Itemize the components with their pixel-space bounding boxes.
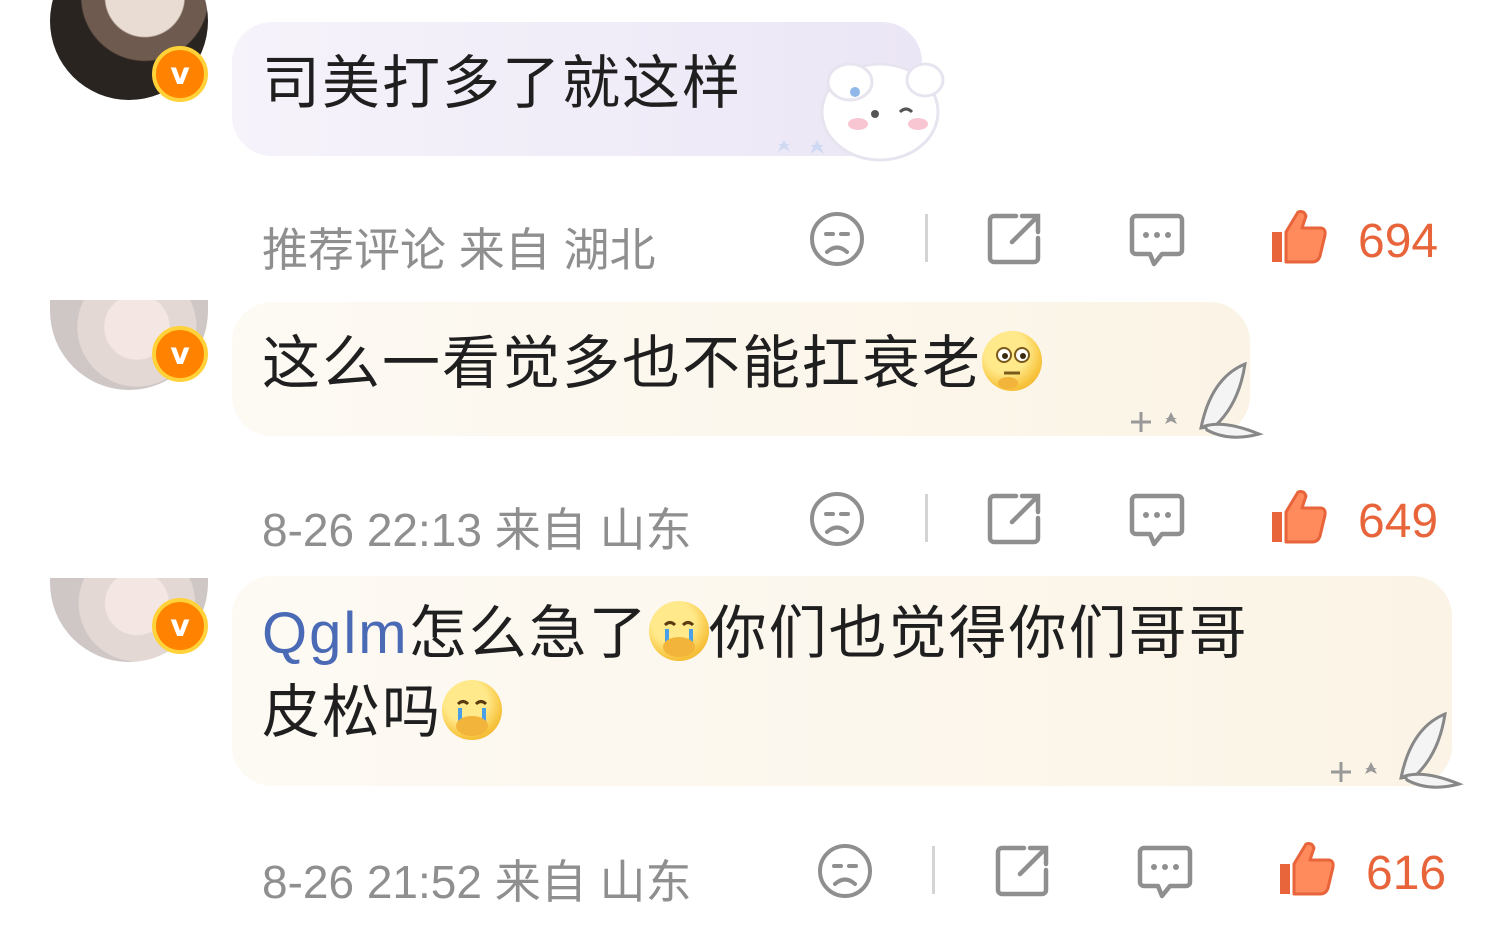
like-count: 694 [1358,215,1439,268]
share-icon[interactable] [994,842,1052,900]
comment-3: v Qglm怎么急了 你们也觉得你们哥哥 皮松吗 8-26 21:52 来自 山… [0,570,1500,942]
share-icon[interactable] [986,490,1044,548]
comment-icon[interactable] [1136,842,1194,900]
divider [925,494,928,542]
comment-text-part1: 怎么急了 [408,599,649,667]
mention-link[interactable]: Qglm [262,601,409,666]
comment-meta: 推荐评论 来自 湖北 [262,224,656,276]
thumbs-up-icon[interactable] [1268,486,1328,546]
comment-text-content: 这么一看觉多也不能扛衰老 [262,329,983,397]
verified-badge: v [152,326,208,382]
comment-text: Qglm怎么急了 你们也觉得你们哥哥 皮松吗 [262,594,1442,751]
comment-2: v 这么一看觉多也不能扛衰老 8-26 22:13 来自 山东 649 [0,290,1500,570]
thumbs-up-icon[interactable] [1276,838,1336,898]
like-count: 649 [1358,495,1439,548]
divider [932,846,935,894]
comment-icon[interactable] [1128,210,1186,268]
butterfly-icon [1331,712,1464,789]
comment-meta: 8-26 21:52 来自 山东 [262,856,692,908]
butterfly-icon [1131,362,1264,439]
verified-badge: v [152,46,208,102]
frown-icon[interactable] [808,490,866,548]
comment-text: 这么一看觉多也不能扛衰老 [262,324,1043,402]
crying-emoji-icon [648,601,709,661]
verified-badge: v [152,598,208,654]
bunny-sticker-icon [778,62,945,162]
frown-icon[interactable] [808,210,866,268]
divider [925,214,928,262]
thinking-emoji-icon [982,331,1043,391]
crying-emoji-icon [442,680,503,740]
share-icon[interactable] [986,210,1044,268]
frown-icon[interactable] [816,842,874,900]
comment-text-part3: 皮松吗 [262,678,443,746]
like-count: 616 [1366,847,1447,900]
comment-text-part2: 你们也觉得你们哥哥 [708,599,1249,667]
thumbs-up-icon[interactable] [1268,206,1328,266]
comment-1: v 司美打多了就这样 推荐评论 来自 湖北 694 [0,0,1500,290]
comment-meta: 8-26 22:13 来自 山东 [262,504,692,556]
comment-text: 司美打多了就这样 [262,49,743,117]
comment-icon[interactable] [1128,490,1186,548]
